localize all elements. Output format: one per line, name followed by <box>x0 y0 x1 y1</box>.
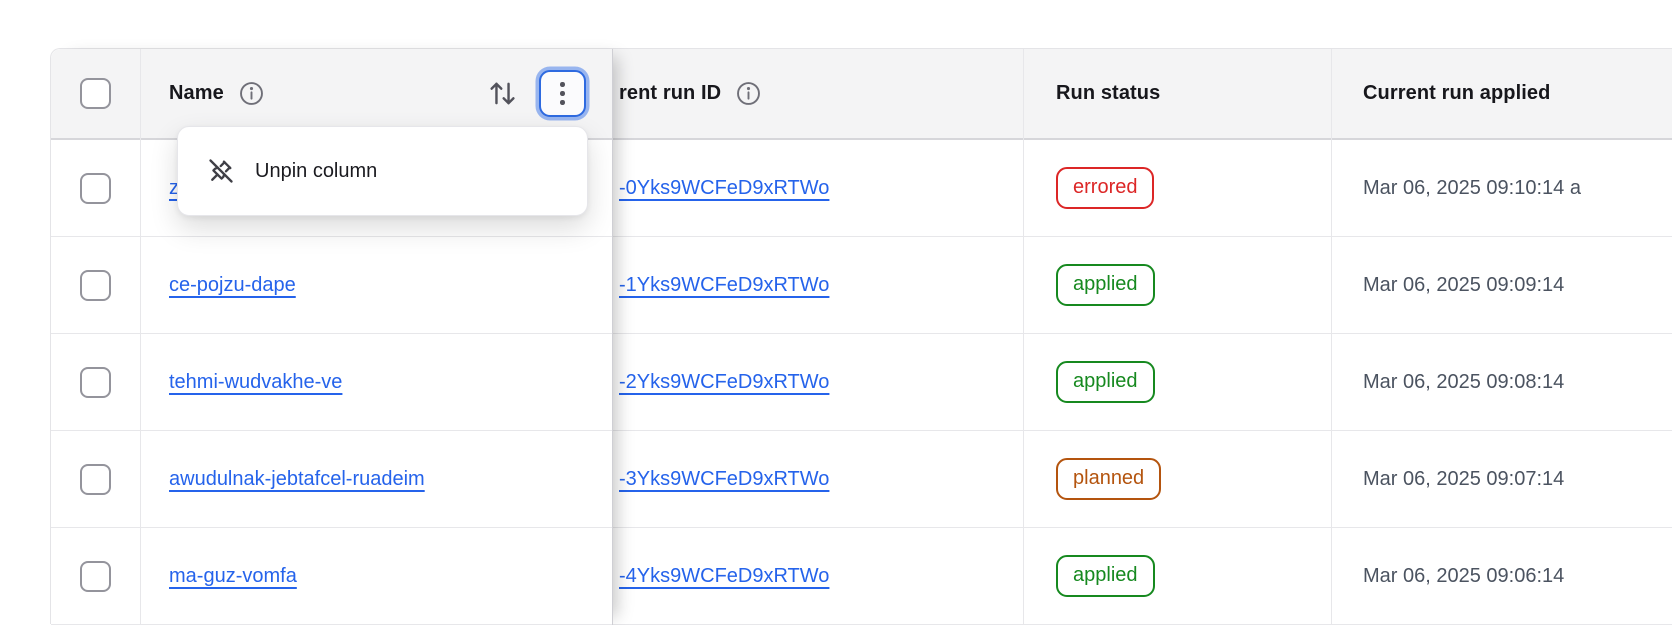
select-all-checkbox[interactable] <box>80 78 111 109</box>
table-cell-run-id: -1Yks9WCFeD9xRTWo <box>613 237 1023 334</box>
name-link[interactable]: ma-guz-vomfa <box>169 565 297 588</box>
table-cell-applied: Mar 06, 2025 09:09:14 <box>1332 237 1672 334</box>
unpin-column-label: Unpin column <box>255 160 377 183</box>
table-cell-name: tehmi-wudvakhe-ve <box>141 334 612 431</box>
row-checkbox[interactable] <box>80 367 111 398</box>
column-header-current-run-id: rent run ID <box>613 49 1023 140</box>
table-cell-status: applied <box>1024 334 1331 431</box>
table-cell-run-id: -0Yks9WCFeD9xRTWo <box>613 140 1023 237</box>
row-checkbox[interactable] <box>80 173 111 204</box>
column-header-run-status: Run status <box>1024 49 1331 140</box>
column-header-current-run-applied: Current run applied <box>1332 49 1672 140</box>
info-icon[interactable] <box>238 80 265 107</box>
table-cell-select <box>51 334 140 431</box>
info-icon[interactable] <box>735 80 762 107</box>
column-header-label: rent run ID <box>619 82 721 105</box>
name-link[interactable]: ce-pojzu-dape <box>169 274 296 297</box>
table-cell-applied: Mar 06, 2025 09:07:14 <box>1332 431 1672 528</box>
row-checkbox[interactable] <box>80 270 111 301</box>
table-cell-name: ma-guz-vomfa <box>141 528 612 625</box>
table-cell-run-id: -2Yks9WCFeD9xRTWo <box>613 334 1023 431</box>
column-header-label: Run status <box>1056 82 1160 105</box>
column-header-label: Current run applied <box>1363 82 1550 105</box>
name-link[interactable]: awudulnak-jebtafcel-ruadeim <box>169 468 425 491</box>
table-cell-status: applied <box>1024 237 1331 334</box>
column-menu-dropdown: Unpin column <box>177 126 588 216</box>
row-checkbox[interactable] <box>80 561 111 592</box>
unpin-column-menu-item[interactable]: Unpin column <box>178 127 587 215</box>
status-badge: applied <box>1056 264 1155 306</box>
row-checkbox[interactable] <box>80 464 111 495</box>
run-id-link[interactable]: -3Yks9WCFeD9xRTWo <box>619 468 829 491</box>
timestamp: Mar 06, 2025 09:09:14 <box>1363 274 1564 297</box>
vertical-dots-icon <box>560 82 565 87</box>
column-select <box>51 49 141 625</box>
run-id-link[interactable]: -4Yks9WCFeD9xRTWo <box>619 565 829 588</box>
timestamp: Mar 06, 2025 09:07:14 <box>1363 468 1564 491</box>
table-cell-run-id: -4Yks9WCFeD9xRTWo <box>613 528 1023 625</box>
table-cell-select <box>51 528 140 625</box>
table-cell-status: applied <box>1024 528 1331 625</box>
run-id-link[interactable]: -1Yks9WCFeD9xRTWo <box>619 274 829 297</box>
run-id-link[interactable]: -2Yks9WCFeD9xRTWo <box>619 371 829 394</box>
timestamp: Mar 06, 2025 09:10:14 a <box>1363 177 1581 200</box>
table-cell-select <box>51 431 140 528</box>
runs-table: rent run ID -0Yks9WCFeD9xRTWo -1Yks9WCFe… <box>50 48 1672 624</box>
status-badge: planned <box>1056 458 1161 500</box>
table-cell-applied: Mar 06, 2025 09:06:14 <box>1332 528 1672 625</box>
timestamp: Mar 06, 2025 09:08:14 <box>1363 371 1564 394</box>
arrow-up-down-icon[interactable] <box>488 79 517 108</box>
column-menu-button[interactable] <box>539 70 586 117</box>
pin-off-icon <box>207 157 235 185</box>
table-cell-status: planned <box>1024 431 1331 528</box>
table-cell-select <box>51 140 140 237</box>
select-all-header-cell <box>51 49 140 140</box>
table-cell-select <box>51 237 140 334</box>
column-current-run-id: rent run ID -0Yks9WCFeD9xRTWo -1Yks9WCFe… <box>613 49 1024 625</box>
column-current-run-applied: Current run applied Mar 06, 2025 09:10:1… <box>1332 49 1672 625</box>
table-cell-name: awudulnak-jebtafcel-ruadeim <box>141 431 612 528</box>
status-badge: errored <box>1056 167 1154 209</box>
table-cell-name: ce-pojzu-dape <box>141 237 612 334</box>
status-badge: applied <box>1056 361 1155 403</box>
column-header-label: Name <box>169 82 224 105</box>
status-badge: applied <box>1056 555 1155 597</box>
timestamp: Mar 06, 2025 09:06:14 <box>1363 565 1564 588</box>
table-cell-status: errored <box>1024 140 1331 237</box>
table-cell-applied: Mar 06, 2025 09:08:14 <box>1332 334 1672 431</box>
table-cell-applied: Mar 06, 2025 09:10:14 a <box>1332 140 1672 237</box>
name-link[interactable]: tehmi-wudvakhe-ve <box>169 371 342 394</box>
column-run-status: Run status errored applied applied plann… <box>1024 49 1332 625</box>
table-cell-run-id: -3Yks9WCFeD9xRTWo <box>613 431 1023 528</box>
scrolled-columns: rent run ID -0Yks9WCFeD9xRTWo -1Yks9WCFe… <box>613 49 1672 625</box>
run-id-link[interactable]: -0Yks9WCFeD9xRTWo <box>619 177 829 200</box>
